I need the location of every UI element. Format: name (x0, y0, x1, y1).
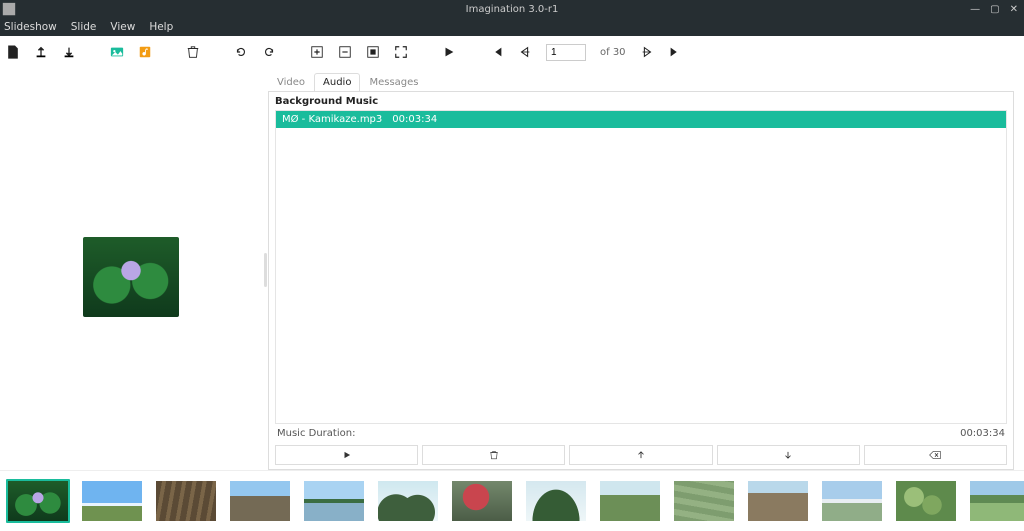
music-duration-value: 00:03:34 (960, 428, 1005, 439)
thumbnail[interactable] (6, 479, 70, 523)
zoom-out-button[interactable] (338, 45, 352, 59)
rotate-cw-button[interactable] (262, 45, 276, 59)
filmstrip[interactable] (0, 470, 1024, 531)
thumbnail[interactable] (376, 479, 440, 523)
audio-track-length: 00:03:34 (392, 114, 437, 125)
thumbnail[interactable] (598, 479, 662, 523)
thumbnail[interactable] (820, 479, 884, 523)
thumbnail[interactable] (154, 479, 218, 523)
audio-move-down-button[interactable] (717, 445, 860, 465)
menu-view[interactable]: View (110, 21, 135, 33)
audio-panel-heading: Background Music (275, 96, 1007, 107)
preview-pane (0, 69, 262, 470)
audio-panel: Background Music MØ - Kamikaze.mp3 00:03… (268, 91, 1014, 470)
slide-preview-image (83, 237, 179, 317)
audio-track-name: MØ - Kamikaze.mp3 (282, 114, 382, 125)
window-close-button[interactable]: ✕ (1010, 4, 1018, 15)
thumbnail[interactable] (302, 479, 366, 523)
audio-clear-button[interactable] (864, 445, 1007, 465)
thumbnail[interactable] (80, 479, 144, 523)
new-slideshow-button[interactable] (6, 45, 20, 59)
thumbnail[interactable] (672, 479, 736, 523)
zoom-in-button[interactable] (310, 45, 324, 59)
open-button[interactable] (34, 45, 48, 59)
titlebar: Imagination 3.0-r1 — ▢ ✕ (0, 0, 1024, 18)
tab-video[interactable]: Video (268, 73, 314, 91)
save-button[interactable] (62, 45, 76, 59)
audio-controls-row (275, 445, 1007, 465)
audio-track-row[interactable]: MØ - Kamikaze.mp3 00:03:34 (276, 111, 1006, 128)
toolbar: of 30 (0, 36, 1024, 69)
music-duration-label: Music Duration: (277, 428, 355, 439)
menubar: Slideshow Slide View Help (0, 18, 1024, 36)
import-pictures-button[interactable] (110, 45, 124, 59)
menu-slide[interactable]: Slide (71, 21, 97, 33)
play-button[interactable] (442, 45, 456, 59)
background-music-list[interactable]: MØ - Kamikaze.mp3 00:03:34 (275, 110, 1007, 424)
main-area: Video Audio Messages Background Music MØ… (0, 69, 1024, 470)
slide-number-input[interactable] (546, 44, 586, 61)
go-last-button[interactable] (668, 45, 682, 59)
thumbnail[interactable] (968, 479, 1024, 523)
thumbnail[interactable] (524, 479, 588, 523)
window-title: Imagination 3.0-r1 (0, 4, 1024, 15)
menu-help[interactable]: Help (149, 21, 173, 33)
go-prev-button[interactable] (518, 45, 532, 59)
side-panel: Video Audio Messages Background Music MØ… (268, 69, 1024, 470)
audio-play-button[interactable] (275, 445, 418, 465)
window-maximize-button[interactable]: ▢ (990, 4, 999, 15)
thumbnail[interactable] (894, 479, 958, 523)
go-next-button[interactable] (640, 45, 654, 59)
app-icon (0, 0, 18, 18)
go-first-button[interactable] (490, 45, 504, 59)
audio-move-up-button[interactable] (569, 445, 712, 465)
import-audio-button[interactable] (138, 45, 152, 59)
fullscreen-button[interactable] (394, 45, 408, 59)
thumbnail[interactable] (228, 479, 292, 523)
thumbnail[interactable] (746, 479, 810, 523)
slide-total-label: of 30 (600, 47, 626, 58)
audio-remove-button[interactable] (422, 445, 565, 465)
rotate-ccw-button[interactable] (234, 45, 248, 59)
tab-audio[interactable]: Audio (314, 73, 360, 91)
tab-messages[interactable]: Messages (360, 73, 427, 91)
window-minimize-button[interactable]: — (970, 4, 980, 15)
thumbnail[interactable] (450, 479, 514, 523)
side-panel-tabs: Video Audio Messages (268, 71, 1014, 91)
zoom-fit-button[interactable] (366, 45, 380, 59)
menu-slideshow[interactable]: Slideshow (4, 21, 57, 33)
delete-button[interactable] (186, 45, 200, 59)
